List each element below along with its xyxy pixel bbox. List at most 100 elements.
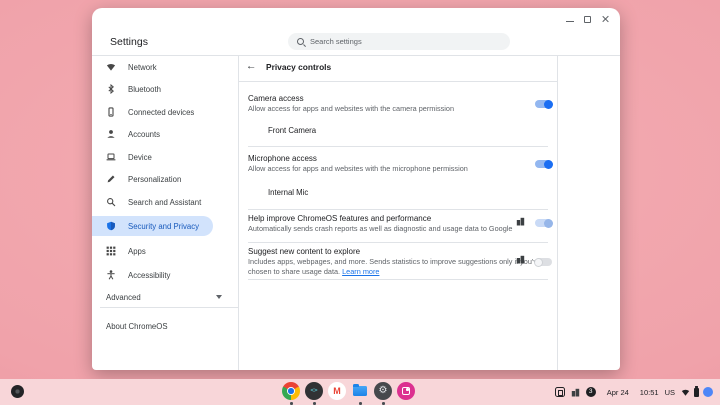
running-indicator-dot xyxy=(359,402,362,405)
sidebar-item-about-chromeos[interactable]: About ChromeOS xyxy=(92,316,238,336)
camera-access-title: Camera access xyxy=(248,94,304,103)
help-improve-subtitle: Automatically sends crash reports as wel… xyxy=(248,224,544,234)
bluetooth-icon xyxy=(106,84,116,94)
window-controls xyxy=(566,15,609,23)
sidebar-item-search-assistant[interactable]: Search and Assistant xyxy=(92,192,213,212)
code-glyph: <> xyxy=(310,388,317,394)
shield-icon xyxy=(106,221,116,231)
screencast-icon[interactable] xyxy=(397,382,415,400)
chrome-icon-center xyxy=(287,387,295,395)
sidebar-item-accessibility[interactable]: Accessibility xyxy=(92,265,213,285)
managed-building-icon xyxy=(516,217,525,226)
row-divider xyxy=(248,209,548,210)
status-tray[interactable]: 3 Apr 24 10:51 US xyxy=(555,383,713,401)
sidebar-item-label: Connected devices xyxy=(128,108,194,117)
avatar xyxy=(703,387,713,397)
microphone-device-row[interactable]: Internal Mic xyxy=(268,188,308,197)
sidebar-item-label: Apps xyxy=(128,247,146,256)
gmail-m-glyph: M xyxy=(333,387,341,396)
window-switcher-icon[interactable] xyxy=(555,387,565,397)
sidebar-item-apps[interactable]: Apps xyxy=(92,241,213,261)
sidebar-item-label: Network xyxy=(128,63,157,72)
sidebar-item-label: Device xyxy=(128,153,152,162)
battery-icon xyxy=(694,388,699,397)
microphone-access-subtitle: Allow access for apps and websites with … xyxy=(248,164,544,174)
sidebar-item-accounts[interactable]: Accounts xyxy=(92,124,213,144)
content-header-divider xyxy=(239,81,557,82)
toggle-knob xyxy=(534,258,543,267)
suggest-content-toggle[interactable] xyxy=(535,258,552,266)
gmail-icon[interactable]: M xyxy=(328,382,346,400)
wifi-status-icon xyxy=(681,388,690,397)
search-bar[interactable] xyxy=(288,33,510,50)
chevron-down-icon xyxy=(216,295,222,299)
content-title: Privacy controls xyxy=(266,63,331,72)
sidebar-item-label: Search and Assistant xyxy=(128,198,201,207)
toggle-knob xyxy=(544,219,553,228)
running-indicator-dot xyxy=(382,402,385,405)
advanced-label: Advanced xyxy=(106,293,141,302)
running-indicator-dot xyxy=(290,402,293,405)
camera-access-subtitle: Allow access for apps and websites with … xyxy=(248,104,544,114)
minimize-icon[interactable] xyxy=(566,17,574,22)
sidebar-item-label: Accounts xyxy=(128,130,160,139)
back-arrow-icon[interactable]: ← xyxy=(246,61,257,72)
person-icon xyxy=(106,129,116,139)
chrome-icon-dot xyxy=(288,388,294,394)
managed-building-icon xyxy=(516,255,525,264)
managed-building-icon xyxy=(571,388,580,397)
microphone-access-toggle[interactable] xyxy=(535,160,552,168)
sidebar-item-personalization[interactable]: Personalization xyxy=(92,169,213,189)
sidebar-item-label: Bluetooth xyxy=(128,85,161,94)
sidebar-item-label: Security and Privacy xyxy=(128,222,199,231)
wifi-icon xyxy=(106,62,116,72)
row-divider xyxy=(248,279,548,280)
status-time[interactable]: 10:51 xyxy=(640,388,659,397)
toggle-knob xyxy=(544,160,553,169)
page-title: Settings xyxy=(110,36,148,48)
launcher-button[interactable] xyxy=(11,385,24,398)
sidebar-item-device[interactable]: Device xyxy=(92,147,213,167)
search-icon xyxy=(106,197,116,207)
screencast-square xyxy=(402,387,411,396)
gear-glyph: ⚙ xyxy=(379,386,388,396)
header-divider xyxy=(92,55,620,56)
apps-grid-icon xyxy=(106,246,116,256)
code-app-icon[interactable]: <> xyxy=(305,382,323,400)
search-icon xyxy=(297,38,304,45)
shelf-pinned-apps: <> M ⚙ xyxy=(282,382,415,400)
sidebar-item-bluetooth[interactable]: Bluetooth xyxy=(92,79,213,99)
microphone-access-title: Microphone access xyxy=(248,154,317,163)
status-date[interactable]: Apr 24 xyxy=(607,388,629,397)
sidebar-item-label: Accessibility xyxy=(128,271,170,280)
suggest-content-subtitle: Includes apps, webpages, and more. Sends… xyxy=(248,257,544,277)
help-improve-title: Help improve ChromeOS features and perfo… xyxy=(248,214,431,223)
help-improve-toggle[interactable] xyxy=(535,219,552,227)
close-icon[interactable] xyxy=(601,15,609,23)
search-input[interactable] xyxy=(304,37,510,46)
status-input-method[interactable]: US xyxy=(665,388,675,397)
phone-icon xyxy=(106,107,116,117)
row-divider xyxy=(248,242,548,243)
running-indicator-dot xyxy=(313,402,316,405)
camera-device-row[interactable]: Front Camera xyxy=(268,126,316,135)
settings-window: Settings Network Bluetooth Connected dev… xyxy=(92,8,620,370)
sidebar-item-security-privacy[interactable]: Security and Privacy xyxy=(92,216,213,236)
content-divider-vertical xyxy=(557,55,558,370)
sidebar-item-network[interactable]: Network xyxy=(92,57,213,77)
sidebar-item-advanced[interactable]: Advanced xyxy=(92,287,238,307)
sidebar-section-divider xyxy=(100,307,238,308)
folder-shape xyxy=(353,386,367,396)
suggest-content-title: Suggest new content to explore xyxy=(248,247,360,256)
camera-access-toggle[interactable] xyxy=(535,100,552,108)
maximize-icon[interactable] xyxy=(584,16,591,23)
suggest-subtitle-text: Includes apps, webpages, and more. Sends… xyxy=(248,257,541,276)
files-icon[interactable] xyxy=(351,382,369,400)
sidebar-divider-vertical xyxy=(238,55,239,370)
chrome-icon[interactable] xyxy=(282,382,300,400)
learn-more-link[interactable]: Learn more xyxy=(342,267,379,276)
settings-gear-icon[interactable]: ⚙ xyxy=(374,382,392,400)
notification-count-badge[interactable]: 3 xyxy=(586,387,596,397)
sidebar-item-connected-devices[interactable]: Connected devices xyxy=(92,102,213,122)
sidebar-item-label: Personalization xyxy=(128,175,181,184)
